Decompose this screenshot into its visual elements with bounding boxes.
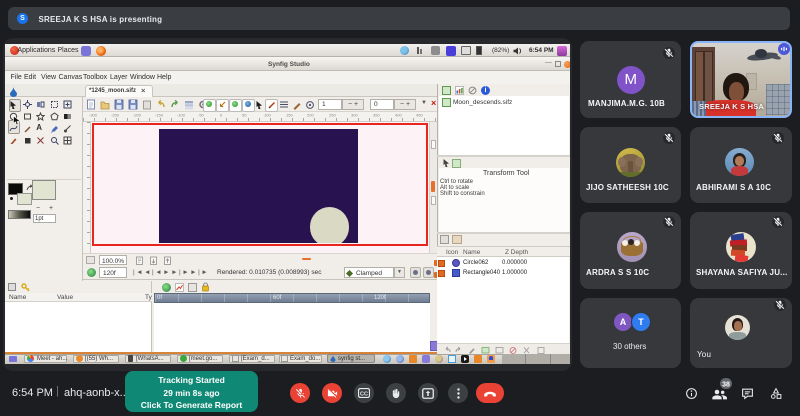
svg-text:CC: CC [360,391,368,397]
svg-text:38: 38 [722,381,730,388]
